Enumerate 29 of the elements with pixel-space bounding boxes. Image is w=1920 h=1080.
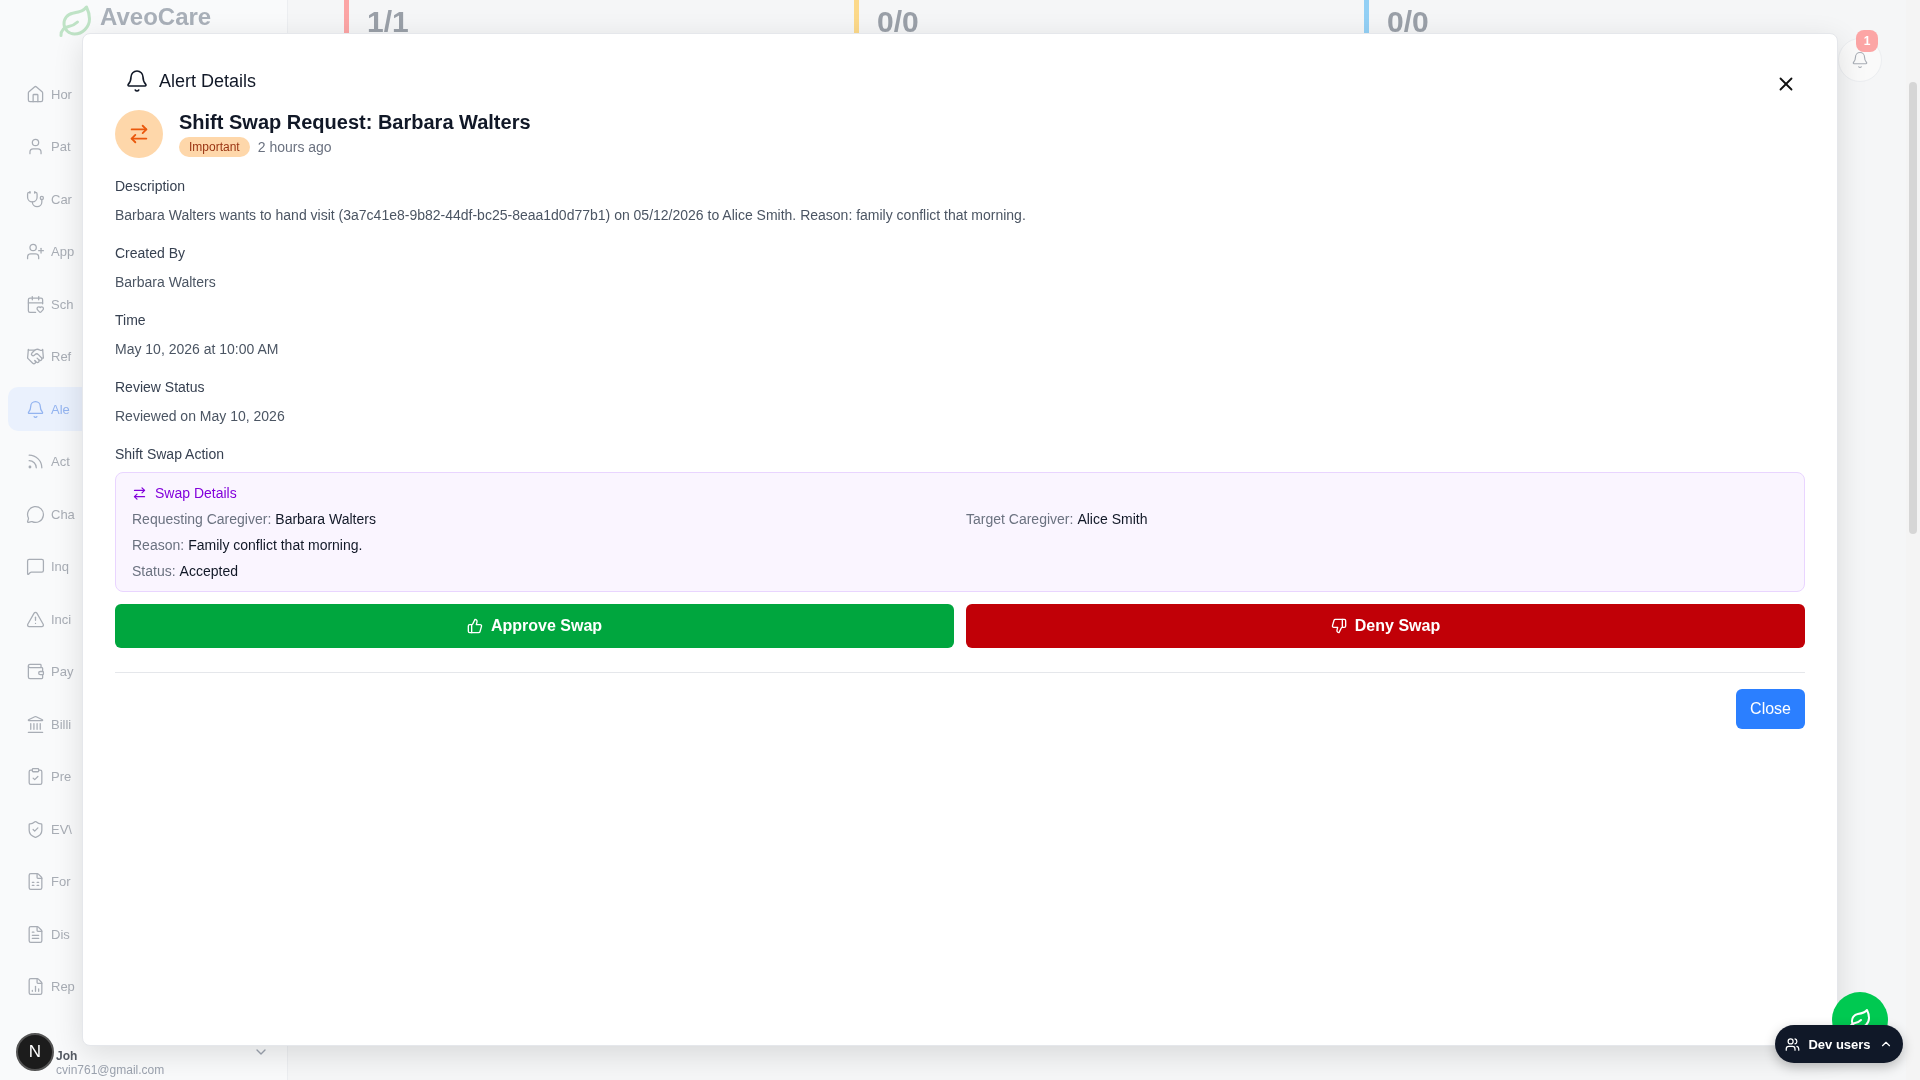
stat-value: 1/1 <box>367 4 409 40</box>
field-value: Alice Smith <box>1077 511 1148 527</box>
field-label: Status: <box>132 563 176 579</box>
section-label: Time <box>115 312 147 328</box>
user-email: cvin761@gmail.com <box>56 1063 165 1077</box>
field-label: Requesting Caregiver: <box>132 511 272 527</box>
stat-value: 0/0 <box>1387 4 1429 40</box>
field-value: Barbara Walters <box>275 511 376 527</box>
section-label: Shift Swap Action <box>115 446 225 462</box>
section-value: May 10, 2026 at 10:00 AM <box>115 341 280 357</box>
section-value: Barbara Walters <box>115 274 217 290</box>
field-label: Target Caregiver: <box>966 511 1074 527</box>
section-label: Review Status <box>115 379 206 395</box>
section-label: Description <box>115 178 187 194</box>
priority-badge: Important <box>179 137 250 157</box>
panel-heading: Swap Details <box>155 485 237 501</box>
field-value: Family conflict that morning. <box>188 537 363 553</box>
user-name: Joh <box>56 1049 79 1063</box>
alert-time: 2 hours ago <box>257 139 332 155</box>
stat-value: 0/0 <box>877 4 919 40</box>
field-value: Accepted <box>179 563 238 579</box>
dialog-title: Alert Details <box>159 70 257 92</box>
section-label: Created By <box>115 245 187 261</box>
notification-count: 1 <box>1856 30 1878 52</box>
field-label: Reason: <box>132 537 185 553</box>
alert-title: Shift Swap Request: Barbara Walters <box>179 110 531 134</box>
section-value: Reviewed on May 10, 2026 <box>115 408 286 424</box>
section-value: Barbara Walters wants to hand visit (3a7c41e8-9b82-44df-bc25-8eaa1d0d77b1) on 05/12/2026 to Alice Smith. Reason: family conflict that morning. <box>115 207 1027 223</box>
logo-text: AveoCare <box>100 4 212 30</box>
